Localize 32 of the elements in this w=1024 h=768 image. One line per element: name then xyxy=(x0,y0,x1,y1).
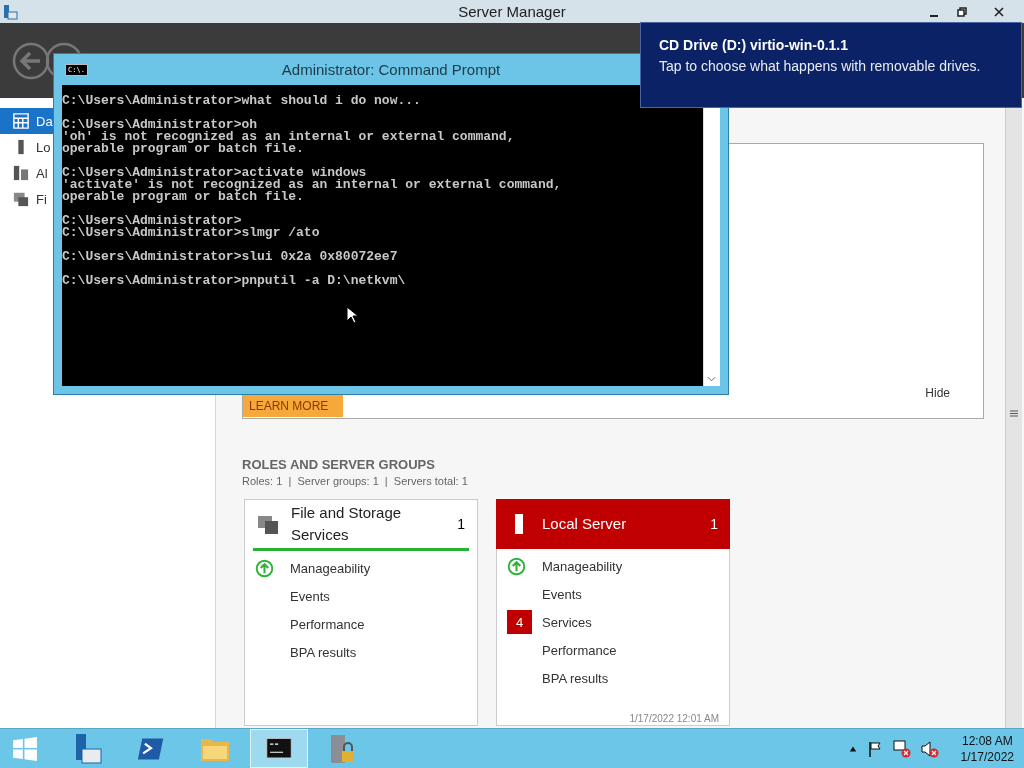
row-label: Manageability xyxy=(290,560,371,576)
console-line: C:\Users\Administrator>slui 0x2a 0x80072ee7 xyxy=(62,251,399,263)
window-title: Server Manager xyxy=(458,3,566,20)
console-line: operable program or batch file. xyxy=(62,191,305,203)
console-line: 'activate' is not recognized as an internal or external command, xyxy=(62,179,563,191)
card-title: File and Storage Services xyxy=(291,503,403,545)
row-label: Events xyxy=(542,586,582,602)
row-label: Services xyxy=(542,614,592,630)
roles-summary: Roles: 1 | Server groups: 1 | Servers total: 1 xyxy=(242,475,469,487)
console-line: C:\Users\Administrator> xyxy=(62,215,242,227)
console-line: C:\Users\Administrator>pnputil -a D:\netkvm\ xyxy=(62,275,407,287)
card-title: Local Server xyxy=(542,514,628,534)
row-label: Performance xyxy=(290,616,365,632)
card-count: 1 xyxy=(457,516,465,532)
row-label: BPA results xyxy=(290,644,357,660)
row-label: BPA results xyxy=(542,670,609,686)
row-label: Performance xyxy=(542,642,617,658)
notification-title: CD Drive (D:) virtio-win-0.1.1 xyxy=(659,37,850,53)
console-line: C:\Users\Administrator>oh xyxy=(62,119,259,131)
console-line: C:\Users\Administrator>slmgr /ato xyxy=(62,227,321,239)
notification-text: Tap to choose what happens with removable drives. xyxy=(659,57,982,76)
console-line: C:\Users\Administrator>what should i do now... xyxy=(62,95,422,107)
console-line: operable program or batch file. xyxy=(62,143,305,155)
alert-count: 4 xyxy=(507,610,532,634)
timestamp: 1/17/2022 12:01 AM xyxy=(629,713,719,724)
window-title: Administrator: Command Prompt xyxy=(281,61,501,78)
section-heading: ROLES AND SERVER GROUPS xyxy=(242,457,436,472)
row-label: Manageability xyxy=(542,558,623,574)
card-count: 1 xyxy=(710,516,718,532)
console-line: C:\Users\Administrator>activate windows xyxy=(62,167,367,179)
console-line: 'oh' is not recognized as an internal or external command, xyxy=(62,131,516,143)
row-label: Events xyxy=(290,588,330,604)
